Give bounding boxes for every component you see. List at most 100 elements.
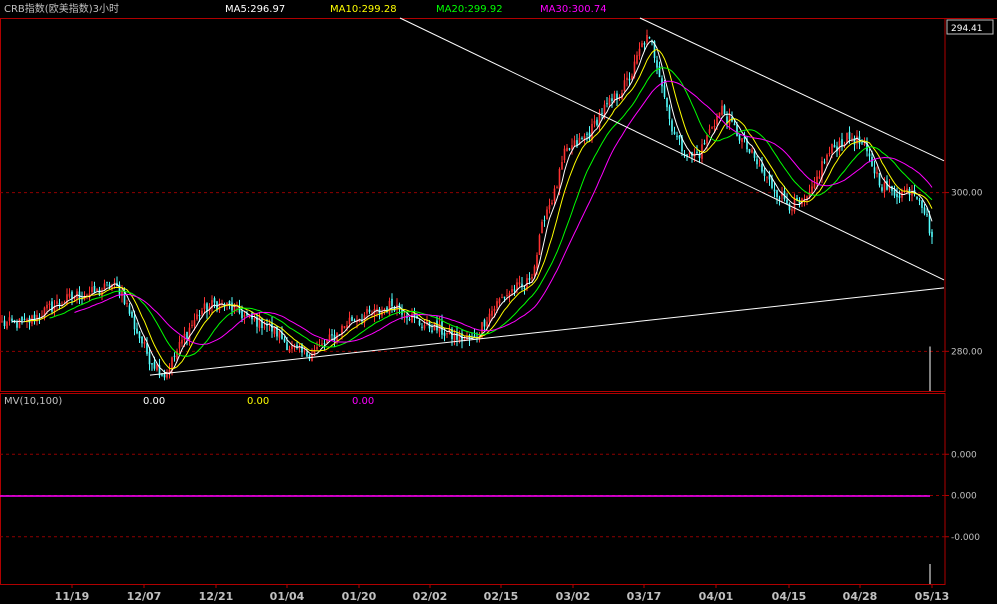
trendline [639, 17, 945, 162]
candle-body [308, 354, 311, 360]
candle-body [491, 310, 493, 316]
candle-body [878, 173, 881, 186]
price-axis-labels: 300.00 280.00 [951, 189, 983, 358]
ma20-label: MA20:299.92 [436, 4, 503, 15]
trendline [149, 287, 945, 376]
candle-body [243, 315, 246, 317]
volume-label: MV(10,100) [4, 396, 62, 407]
price-tick-label: 300.00 [951, 189, 983, 199]
candle-body [418, 320, 421, 325]
candle-body [666, 97, 668, 108]
candle-body [788, 203, 791, 211]
candle-body [703, 143, 706, 145]
candle-body [141, 336, 143, 344]
price-candles[interactable] [1, 29, 933, 381]
candle-body [848, 131, 851, 140]
candle-body [648, 36, 651, 39]
ma-line-ma20 [49, 67, 933, 357]
candle-body [128, 305, 131, 314]
candle-body [173, 355, 176, 357]
candle-body [708, 129, 711, 133]
candle-body [813, 183, 816, 188]
candle-body [778, 197, 781, 199]
candle-body [258, 316, 261, 329]
candle-body [71, 291, 73, 299]
candle-body [898, 195, 901, 198]
candle-body [48, 303, 51, 305]
candle-body [791, 209, 793, 211]
candle-body [513, 289, 516, 291]
candle-body [881, 187, 883, 191]
candle-body [668, 106, 671, 119]
candle-body [126, 303, 128, 305]
candle-body [303, 350, 306, 352]
candle-body [68, 293, 71, 297]
candle-body [753, 151, 756, 158]
ma-line-ma30 [74, 80, 933, 346]
candle-body [556, 187, 558, 189]
candle-body [133, 316, 136, 330]
candle-body [351, 316, 353, 321]
candle-body [56, 301, 58, 304]
candle-body [916, 196, 918, 199]
candle-body [923, 207, 926, 214]
candle-body [568, 148, 571, 150]
candle-body [213, 298, 216, 303]
candle-body [283, 338, 286, 342]
candle-body [423, 325, 426, 329]
candle-body [773, 189, 776, 192]
trendline [399, 17, 945, 281]
candle-body [203, 303, 206, 309]
candle-body [546, 209, 548, 219]
candle-body [606, 103, 608, 105]
volume-header: MV(10,100) 0.00 0.00 0.00 [4, 396, 374, 407]
candle-body [811, 186, 813, 194]
candle-body [861, 142, 863, 144]
candle-body [673, 131, 676, 135]
candle-body [661, 78, 663, 87]
candle-body [408, 319, 411, 321]
candle-body [931, 231, 933, 237]
candle-body [748, 149, 751, 153]
candle-body [573, 140, 576, 147]
candle-body [721, 105, 723, 115]
candle-body [883, 182, 886, 192]
candle-body [181, 339, 183, 344]
candle-body [541, 221, 543, 234]
candle-body [463, 338, 466, 340]
candle-body [928, 214, 931, 234]
candle-body [151, 363, 153, 365]
candle-body [103, 283, 106, 290]
volume-tick-label: 0.000 [951, 450, 977, 460]
candle-body [421, 326, 423, 328]
candle-body [831, 143, 833, 154]
chart-title: CRB指数(欧美指数)3小时 [4, 2, 119, 15]
candle-body [678, 135, 681, 139]
candle-body [483, 319, 486, 327]
candle-body [713, 126, 716, 128]
candle-body [863, 143, 866, 145]
candle-body [496, 301, 498, 309]
candle-body [193, 320, 196, 326]
candle-body [153, 362, 156, 369]
candle-body [493, 308, 496, 312]
candle-body [368, 309, 371, 312]
candle-body [833, 145, 836, 148]
candle-body [11, 318, 13, 322]
candle-body [306, 352, 308, 357]
candle-body [291, 345, 293, 350]
candle-body [776, 190, 778, 198]
candle-body [263, 326, 266, 328]
candle-body [871, 156, 873, 167]
candle-body [828, 152, 831, 154]
candle-body [636, 55, 638, 64]
ma5-label: MA5:296.97 [225, 4, 285, 15]
candle-body [896, 194, 898, 198]
stock-chart[interactable]: CRB指数(欧美指数)3小时 MA5:296.97 MA10:299.28 MA… [0, 0, 997, 604]
candle-body [818, 176, 821, 179]
ma-line-ma10 [24, 48, 933, 370]
candle-body [366, 309, 368, 314]
candle-body [186, 331, 188, 339]
candle-body [656, 60, 658, 68]
candle-body [443, 332, 446, 336]
